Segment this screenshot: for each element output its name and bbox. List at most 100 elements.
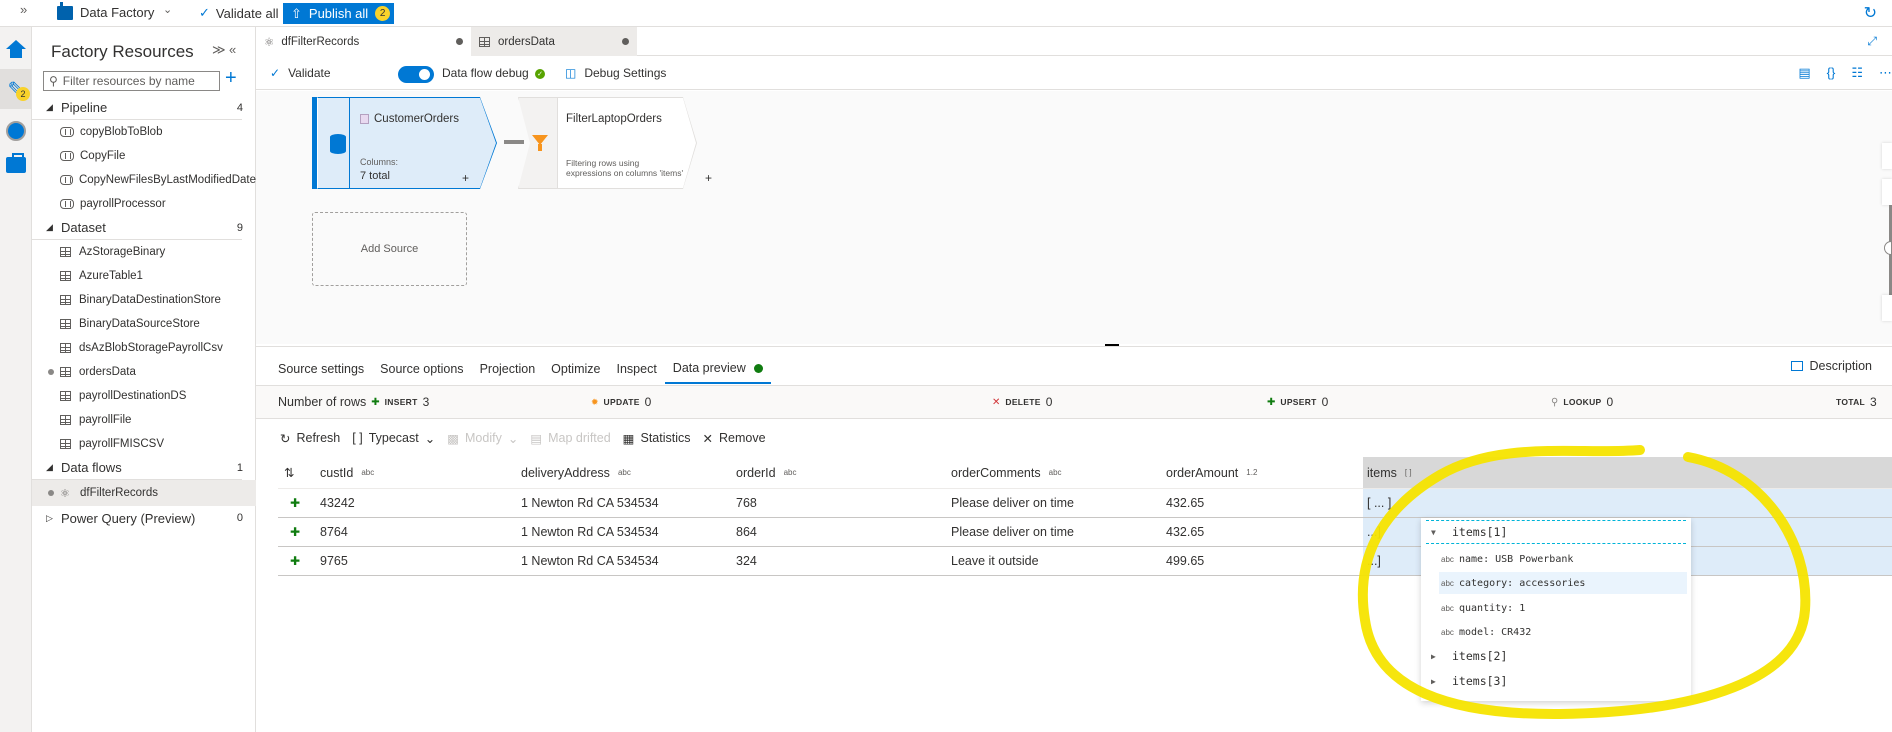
table-header: ⇅ custId abc deliveryAddress abc orderId ab… <box>278 457 1892 489</box>
rail-monitor[interactable] <box>0 113 32 149</box>
rail-author[interactable]: ✎ 2 <box>0 69 32 109</box>
column-header-items[interactable]: items [ ] <box>1363 457 1892 488</box>
tab-ordersdata[interactable]: ordersData <box>471 27 637 56</box>
resource-search[interactable]: ⚲ <box>43 71 220 91</box>
list-item-dataset[interactable]: AzureTable1 <box>32 264 256 288</box>
sort-icon[interactable]: ⇅ <box>284 457 294 488</box>
maximize-icon[interactable]: ⤢ <box>1867 34 1877 49</box>
list-item-dataset[interactable]: BinaryDataDestinationStore <box>32 288 256 312</box>
source-node[interactable]: CustomerOrders Columns: 7 total + <box>312 97 501 189</box>
list-item-dataset[interactable]: payrollFile <box>32 408 256 432</box>
funnel-icon <box>532 135 548 151</box>
item-label: BinaryDataSourceStore <box>79 318 200 330</box>
remove-button[interactable]: ✕ Remove <box>703 431 766 446</box>
rail-home[interactable] <box>0 31 32 67</box>
add-resource-button[interactable]: + <box>225 67 237 90</box>
zoom-in-button[interactable] <box>1882 179 1892 205</box>
description-button[interactable]: Description <box>1791 359 1872 373</box>
items-node-collapsed[interactable]: ▶ items[3] <box>1426 669 1507 693</box>
map-drifted-button[interactable]: ▤ Map drifted <box>530 431 610 446</box>
validate-button[interactable]: ✓ Validate <box>270 66 331 80</box>
script-icon[interactable]: ▤ <box>1798 65 1810 81</box>
column-header[interactable]: deliveryAddress abc <box>521 457 631 488</box>
list-item-dataset[interactable]: payrollFMISCSV <box>32 432 256 456</box>
add-transform-button[interactable]: + <box>705 171 712 185</box>
tab-source-settings[interactable]: Source settings <box>270 354 372 384</box>
column-type: abc <box>617 468 631 477</box>
modify-button[interactable]: ▩ Modify ⌄ <box>447 431 518 446</box>
list-item-dataset[interactable]: AzStorageBinary <box>32 240 256 264</box>
list-item-pipeline[interactable]: CopyNewFilesByLastModifiedDate <box>32 168 256 192</box>
list-item-pipeline[interactable]: CopyFile <box>32 144 256 168</box>
cell-orderid: 864 <box>736 525 757 539</box>
column-header[interactable]: orderComments abc <box>951 457 1062 488</box>
collapse-all-icon[interactable]: ≫ <box>212 42 226 58</box>
section-count: 1 <box>236 461 243 474</box>
add-source-button[interactable]: Add Source <box>312 212 467 286</box>
collapse-panel-icon[interactable]: « <box>229 42 236 57</box>
tab-optimize[interactable]: Optimize <box>543 354 608 384</box>
filter-body: FilterLaptopOrders Filtering rows using … <box>558 97 683 189</box>
properties-icon[interactable]: ☷ <box>1851 65 1863 81</box>
code-braces-icon[interactable]: {} <box>1827 65 1836 81</box>
column-name: deliveryAddress <box>521 465 610 480</box>
table-row[interactable]: ✚ 43242 1 Newton Rd CA 534534 768 Please… <box>278 489 1892 518</box>
debug-toggle[interactable] <box>398 66 434 83</box>
modify-icon: ▩ <box>447 431 460 446</box>
chevron-down-icon[interactable]: ⌄ <box>163 3 172 16</box>
tab-source-options[interactable]: Source options <box>372 354 471 384</box>
search-input[interactable] <box>62 74 213 88</box>
field-row[interactable]: abc category: accessories <box>1439 572 1687 594</box>
dataflow-canvas[interactable]: CustomerOrders Columns: 7 total + Filter… <box>256 91 1892 344</box>
column-header[interactable]: orderAmount 1.2 <box>1166 457 1257 488</box>
tab-inspect[interactable]: Inspect <box>608 354 664 384</box>
list-item-dataset[interactable]: payrollDestinationDS <box>32 384 256 408</box>
tab-dffilterrecords[interactable]: ⚛ dfFilterRecords <box>256 27 471 56</box>
list-item-dataset[interactable]: BinaryDataSourceStore <box>32 312 256 336</box>
zoom-out-button[interactable] <box>1882 295 1892 321</box>
section-dataflows[interactable]: ◢ Data flows 1 <box>32 456 243 480</box>
refresh-icon[interactable]: ↻ <box>1864 3 1877 23</box>
column-header[interactable]: orderId abc <box>736 457 797 488</box>
items-value[interactable]: ...] <box>1367 547 1381 575</box>
filter-node[interactable]: FilterLaptopOrders Filtering rows using … <box>518 97 712 189</box>
search-canvas-button[interactable] <box>1882 143 1892 169</box>
list-item-dataset[interactable]: dsAzBlobStoragePayrollCsv <box>32 336 256 360</box>
section-powerquery[interactable]: ▷ Power Query (Preview) 0 <box>32 506 243 530</box>
list-item-dataflow[interactable]: ⚛ dfFilterRecords <box>32 480 256 506</box>
statistics-button[interactable]: ▦ Statistics <box>623 431 691 446</box>
expand-rail-icon[interactable]: » <box>20 2 27 17</box>
column-type: abc <box>1048 468 1062 477</box>
items-node-expanded[interactable]: ▼ items[1] <box>1426 520 1686 544</box>
cell-items[interactable]: [ ... ] <box>1363 489 1892 517</box>
publish-all-button[interactable]: ⇧ Publish all 2 <box>283 3 394 24</box>
more-icon[interactable]: ⋯ <box>1879 65 1892 81</box>
refresh-button[interactable]: ↻ Refresh <box>280 431 340 446</box>
factory-selector[interactable]: Data Factory <box>57 1 154 20</box>
items-value[interactable]: [ ... ] <box>1367 489 1391 517</box>
update-value: 0 <box>644 395 652 409</box>
field-row[interactable]: abc model: CR432 <box>1439 621 1687 643</box>
list-item-pipeline[interactable]: payrollProcessor <box>32 192 256 216</box>
field-row[interactable]: abc quantity: 1 <box>1439 597 1687 619</box>
section-dataset[interactable]: ◢ Dataset 9 <box>32 216 243 240</box>
zoom-slider-handle[interactable] <box>1884 241 1892 255</box>
column-header[interactable]: custId abc <box>320 457 374 488</box>
typecast-button[interactable]: [ ] Typecast ⌄ <box>352 431 435 446</box>
debug-settings-button[interactable]: ◫ Debug Settings <box>565 66 666 80</box>
list-item-dataset[interactable]: ordersData <box>32 360 256 384</box>
collapse-triangle-icon: ◢ <box>46 102 53 112</box>
items-value[interactable]: ...] <box>1367 518 1381 546</box>
section-pipeline[interactable]: ◢ Pipeline 4 <box>32 96 243 120</box>
tab-projection[interactable]: Projection <box>472 354 544 384</box>
field-row[interactable]: abc name: USB Powerbank <box>1439 548 1687 570</box>
tab-data-preview[interactable]: Data preview <box>664 354 771 384</box>
list-item-pipeline[interactable]: copyBlobToBlob <box>32 120 256 144</box>
cell-orderid: 324 <box>736 554 757 568</box>
cell-deliveryaddress: 1 Newton Rd CA 534534 <box>521 496 659 510</box>
validate-all-button[interactable]: ✓ Validate all <box>199 5 279 21</box>
add-transform-button[interactable]: + <box>462 171 469 185</box>
items-node-collapsed[interactable]: ▶ items[2] <box>1426 644 1507 668</box>
rail-manage[interactable] <box>0 147 32 183</box>
column-name: orderId <box>736 465 776 480</box>
